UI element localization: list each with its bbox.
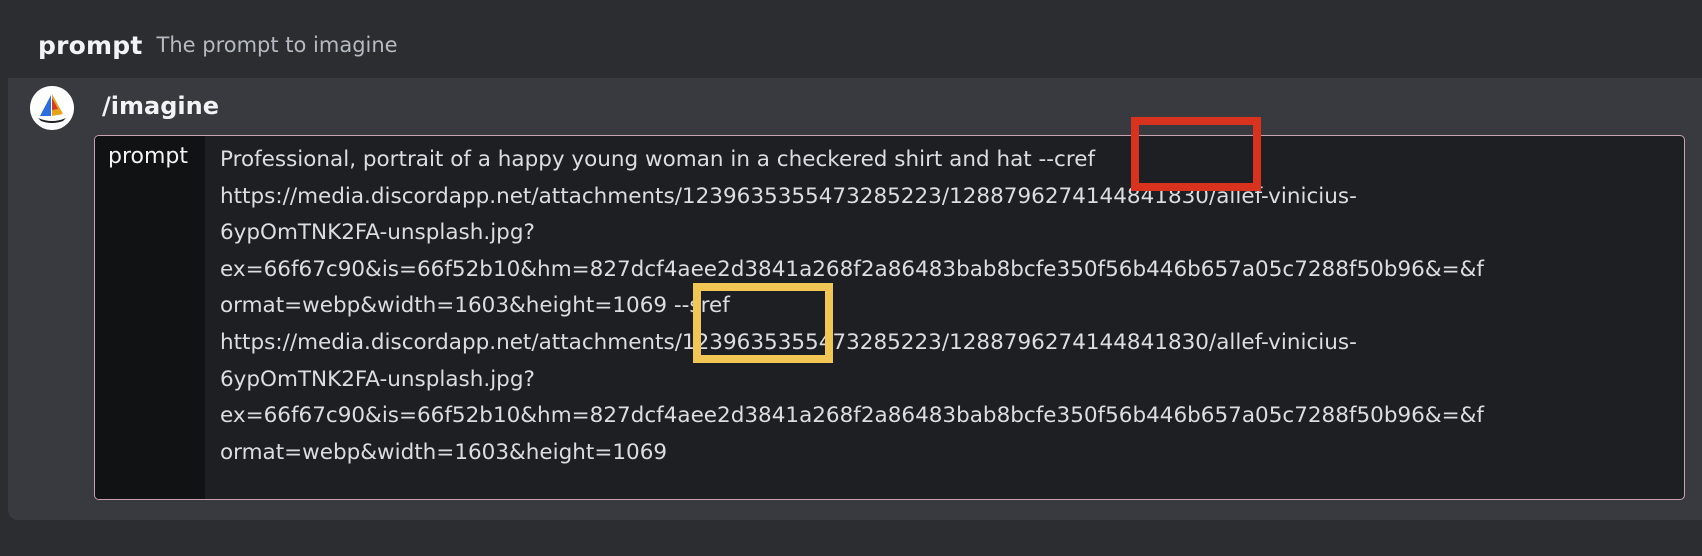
prompt-line: Professional, portrait of a happy young … xyxy=(220,147,1096,172)
prompt-line: ex=66f67c90&is=66f52b10&hm=827dcf4aee2d3… xyxy=(220,256,1484,282)
option-name: prompt xyxy=(38,30,143,60)
prompt-value[interactable]: Professional, portrait of a happy young … xyxy=(220,142,1670,471)
prompt-line: 6ypOmTNK2FA-unsplash.jpg? xyxy=(220,220,535,246)
option-description: The prompt to imagine xyxy=(156,33,398,57)
prompt-line: ormat=webp&width=1603&height=1069 xyxy=(220,439,668,465)
prompt-input-box[interactable]: prompt Professional, portrait of a happy… xyxy=(94,135,1685,500)
prompt-line: ex=66f67c90&is=66f52b10&hm=827dcf4aee2d3… xyxy=(220,403,1484,429)
param-label: prompt xyxy=(108,144,189,169)
option-header[interactable]: prompt The prompt to imagine xyxy=(8,12,1702,78)
cref-highlight-box xyxy=(1131,117,1261,191)
sref-highlight-box xyxy=(693,283,833,363)
midjourney-sailboat-icon[interactable] xyxy=(30,86,74,130)
prompt-line: https://media.discordapp.net/attachments… xyxy=(220,183,1357,209)
prompt-line: ormat=webp&width=1603&height=1069 --sref xyxy=(220,293,730,319)
param-chip[interactable]: prompt xyxy=(95,136,205,499)
prompt-line: https://media.discordapp.net/attachments… xyxy=(220,329,1357,355)
prompt-line: 6ypOmTNK2FA-unsplash.jpg? xyxy=(220,366,535,392)
top-edge xyxy=(0,0,1702,12)
command-name: /imagine xyxy=(102,92,219,120)
